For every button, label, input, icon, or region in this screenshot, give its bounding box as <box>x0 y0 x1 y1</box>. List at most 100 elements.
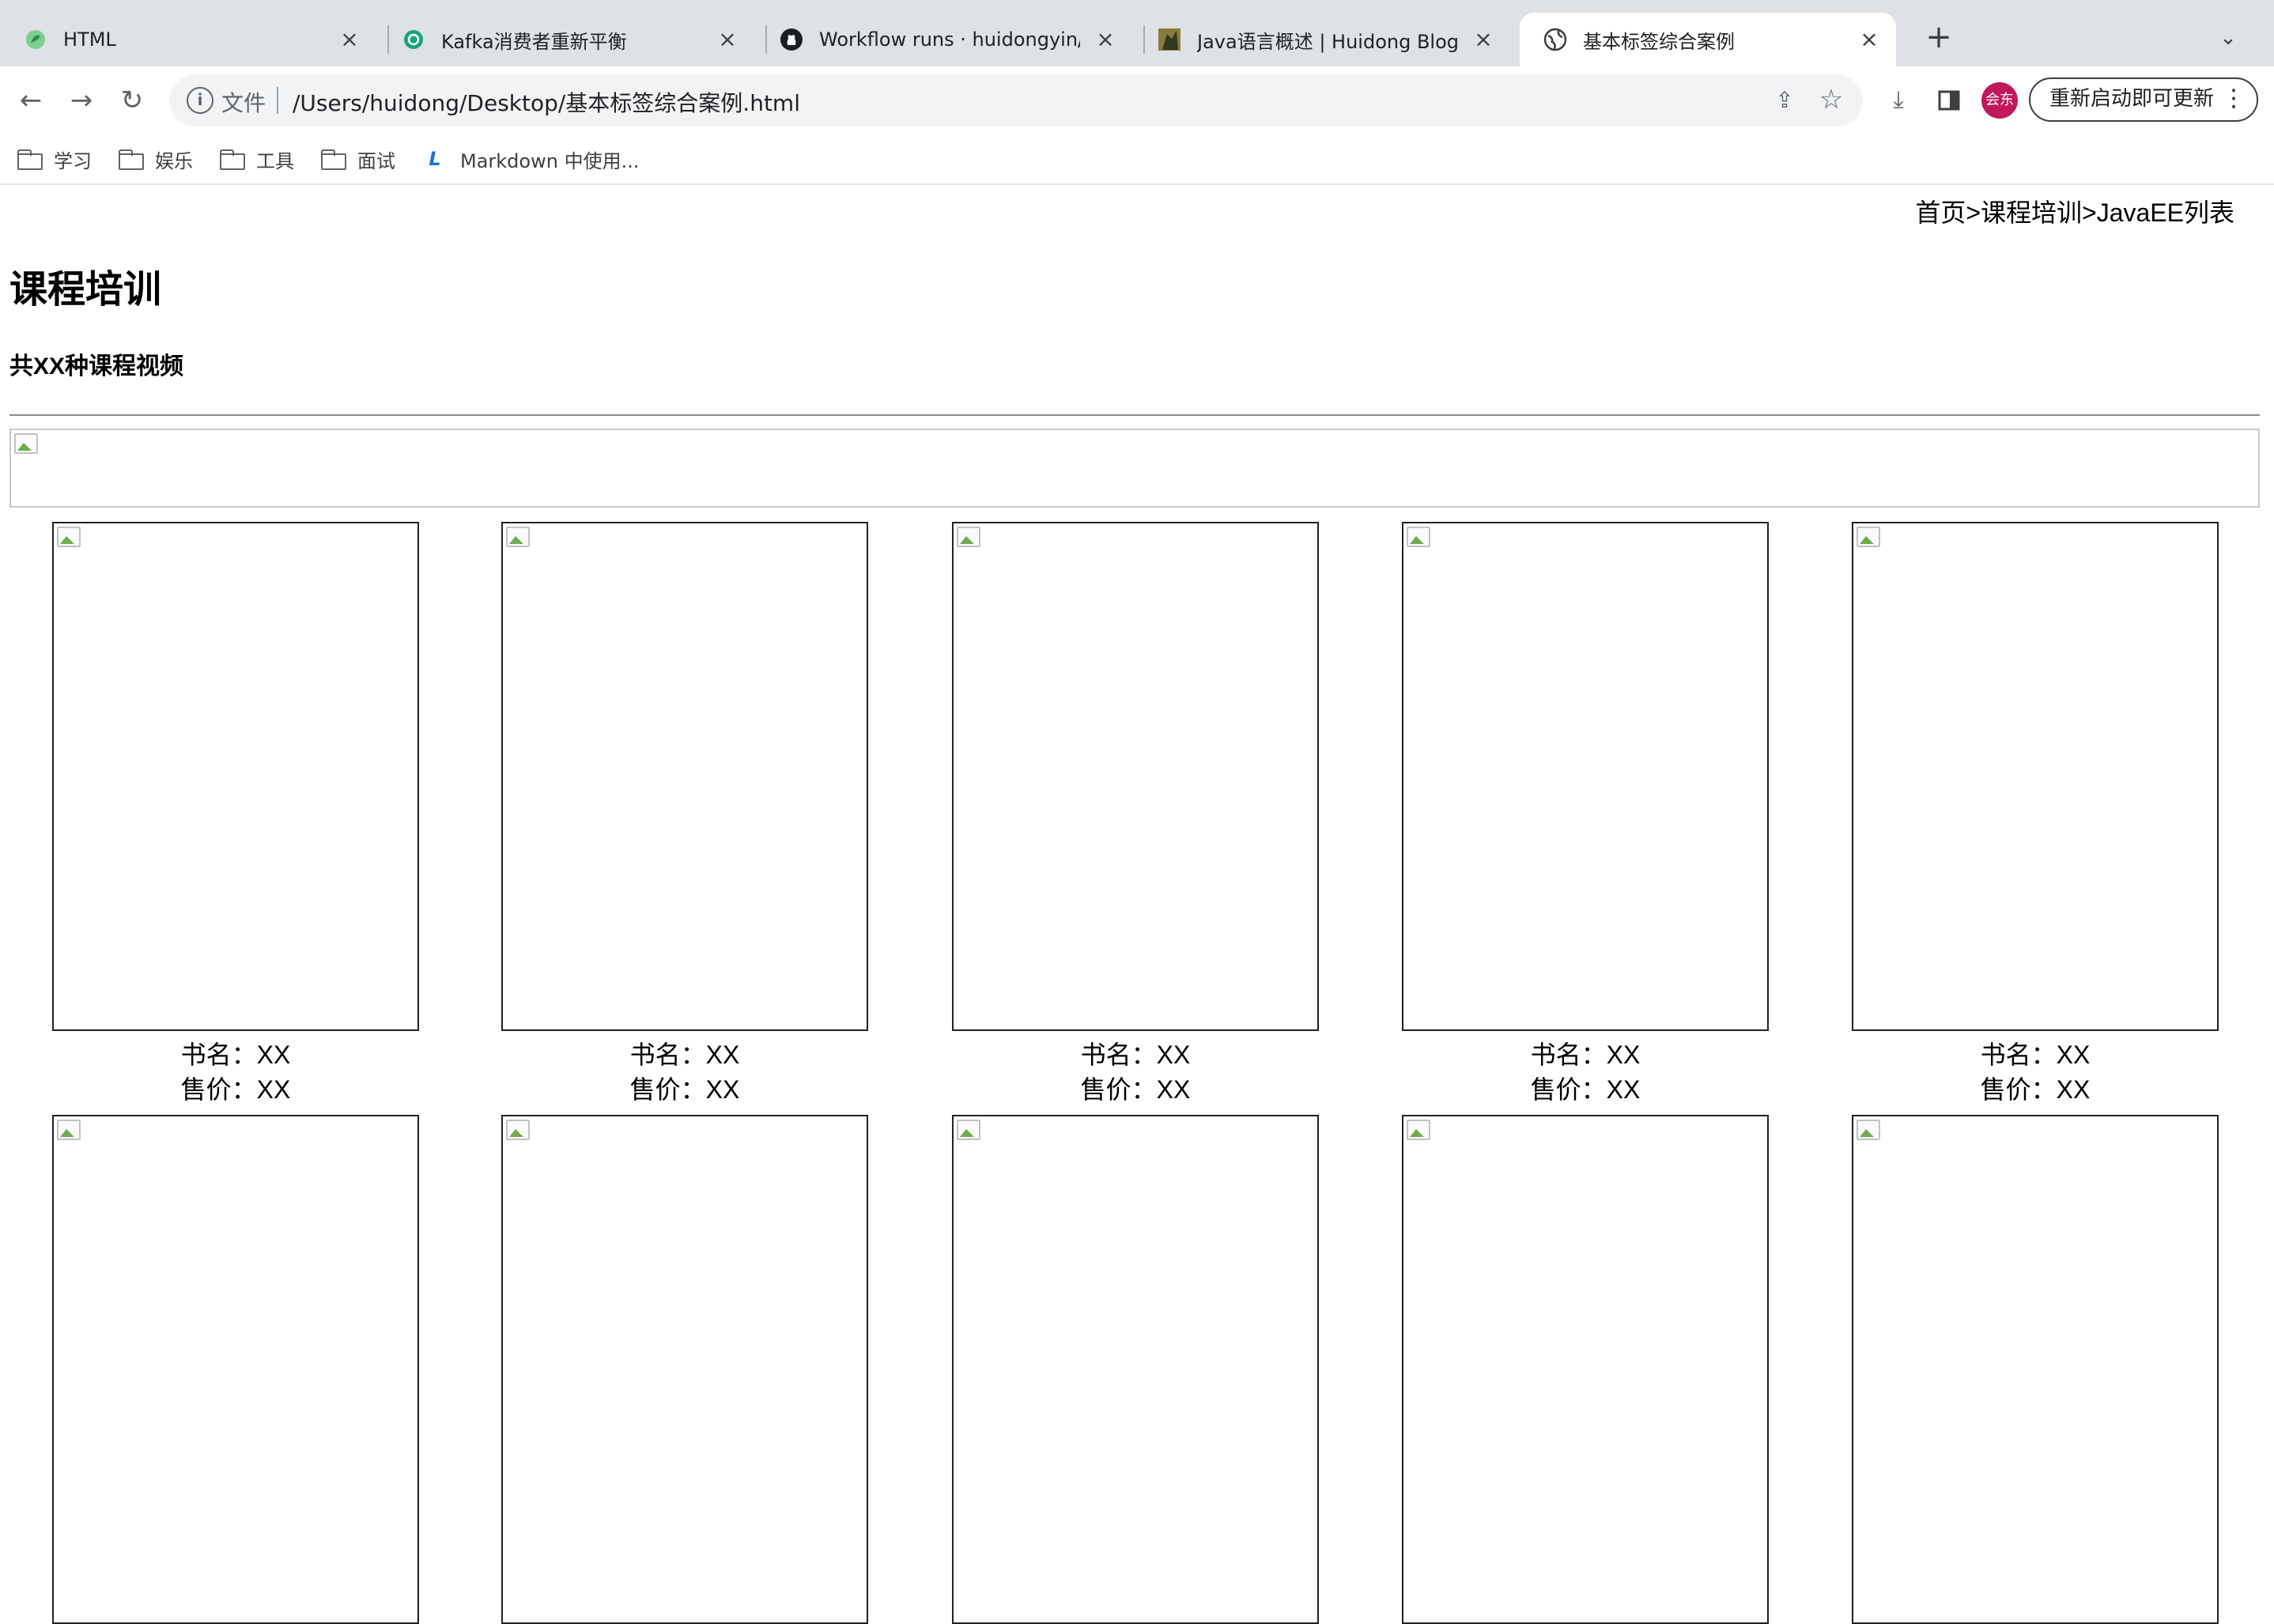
course-price: 售价：XX <box>1080 1075 1191 1104</box>
course-cover-image <box>952 522 1319 1031</box>
bookmark-label: 工具 <box>256 149 294 172</box>
address-url[interactable]: /Users/huidong/Desktop/基本标签综合案例.html <box>293 86 800 118</box>
course-card: 书名：XX 售价：XX <box>501 522 868 1107</box>
course-cover-image <box>501 522 868 1031</box>
breadcrumb: 首页>课程培训>JavaEE列表 <box>1915 198 2234 227</box>
broken-image-icon <box>506 527 530 547</box>
broken-image-icon <box>957 1120 980 1140</box>
tab-title: Kafka消费者重新平衡 <box>441 30 627 53</box>
course-cover-image <box>52 1115 419 1624</box>
close-tab-icon[interactable]: × <box>715 27 740 52</box>
course-name: 书名：XX <box>1080 1040 1191 1069</box>
bookmark-folder-tools[interactable]: 工具 <box>220 144 294 174</box>
course-price: 售价：XX <box>1980 1075 2091 1104</box>
bookmark-label: 学习 <box>54 149 92 172</box>
tab-workflow-runs[interactable]: Workflow runs · huidongyin/hu × <box>756 13 1132 66</box>
course-cover-image <box>952 1115 1319 1624</box>
course-cover-image <box>1852 522 2219 1031</box>
side-panel-icon[interactable] <box>1931 82 1967 119</box>
browser-toolbar: ← → ↻ i 文件 /Users/huidong/Desktop/基本标签综合… <box>0 66 2274 134</box>
broken-image-icon <box>506 1120 530 1140</box>
download-icon[interactable]: ⤓ <box>1880 82 1917 119</box>
blog-favicon-icon <box>1158 28 1181 51</box>
broken-image-icon <box>1407 527 1430 547</box>
tab-title: HTML <box>63 28 116 51</box>
tab-title: 基本标签综合案例 <box>1583 30 1735 53</box>
bookmark-folder-entertainment[interactable]: 娱乐 <box>119 144 193 174</box>
globe-favicon-icon <box>1543 28 1567 51</box>
new-tab-button[interactable]: + <box>1918 17 1959 59</box>
address-bar[interactable]: i 文件 /Users/huidong/Desktop/基本标签综合案例.htm… <box>169 74 1863 127</box>
page-title: 课程培训 <box>9 269 162 311</box>
course-name: 书名：XX <box>1980 1040 2091 1069</box>
more-menu-icon[interactable]: ⋮ <box>2222 79 2246 119</box>
reload-icon[interactable]: ↻ <box>114 82 150 119</box>
horizontal-rule <box>9 414 2260 416</box>
site-info-icon[interactable]: i <box>187 87 213 114</box>
markdown-site-icon: L <box>429 148 441 170</box>
bookmark-star-icon[interactable]: ☆ <box>1815 84 1847 115</box>
profile-avatar[interactable]: 会东 <box>1981 82 2018 119</box>
tab-search-button[interactable]: ⌄ <box>2211 21 2246 55</box>
bookmark-folder-study[interactable]: 学习 <box>17 144 92 174</box>
course-cover-image <box>52 522 419 1031</box>
course-card: 书名：XX 售价：XX <box>52 522 419 1107</box>
close-tab-icon[interactable]: × <box>337 27 362 52</box>
chatgpt-favicon-icon <box>402 28 425 51</box>
course-card <box>1402 1115 1769 1624</box>
forward-arrow-icon[interactable]: → <box>63 82 100 119</box>
folder-icon <box>119 149 144 170</box>
tab-title: Workflow runs · huidongyin/hu <box>819 28 1080 51</box>
course-name: 书名：XX <box>180 1040 291 1069</box>
banner-image <box>9 429 2260 508</box>
bookmarks-bar: 学习 娱乐 工具 面试 L Markdown 中使用... <box>0 134 2274 185</box>
address-divider <box>277 87 278 114</box>
page-subtitle: 共XX种课程视频 <box>9 353 184 380</box>
course-card <box>952 1115 1319 1624</box>
course-card: 书名：XX 售价：XX <box>1852 522 2219 1107</box>
broken-image-icon <box>957 527 980 547</box>
course-name: 书名：XX <box>629 1040 740 1069</box>
broken-image-icon <box>14 433 38 454</box>
html-favicon-icon <box>24 28 47 51</box>
course-price: 售价：XX <box>1530 1075 1641 1104</box>
course-card <box>501 1115 868 1624</box>
page-content: 首页>课程培训>JavaEE列表 课程培训 共XX种课程视频 书名：XX 售价：… <box>0 185 2274 1624</box>
course-cover-image <box>1402 522 1769 1031</box>
bookmark-markdown[interactable]: L Markdown 中使用... <box>424 144 639 174</box>
tab-java-blog[interactable]: Java语言概述 | Huidong Blogs × <box>1134 13 1510 66</box>
course-cover-image <box>1852 1115 2219 1624</box>
tab-strip: HTML × Kafka消费者重新平衡 × Workflow runs · hu… <box>0 0 2274 66</box>
course-price: 售价：XX <box>180 1075 291 1104</box>
broken-image-icon <box>57 527 81 547</box>
folder-icon <box>321 149 346 170</box>
course-price: 售价：XX <box>629 1075 740 1104</box>
broken-image-icon <box>1407 1120 1430 1140</box>
bookmark-label: Markdown 中使用... <box>460 149 640 172</box>
tab-active-page[interactable]: 基本标签综合案例 × <box>1520 13 1896 66</box>
course-name: 书名：XX <box>1530 1040 1641 1069</box>
course-cover-image <box>1402 1115 1769 1624</box>
update-button-label: 重新启动即可更新 <box>2049 87 2215 111</box>
broken-image-icon <box>57 1120 81 1140</box>
tab-html[interactable]: HTML × <box>0 13 376 66</box>
update-button[interactable]: 重新启动即可更新 ⋮ <box>2029 77 2258 122</box>
share-icon[interactable]: ⇪ <box>1770 85 1800 115</box>
bookmark-folder-interview[interactable]: 面试 <box>321 144 395 174</box>
course-card <box>52 1115 419 1624</box>
address-scheme: 文件 <box>221 90 266 116</box>
folder-icon <box>17 149 43 170</box>
course-card: 书名：XX 售价：XX <box>1402 522 1769 1107</box>
tab-title: Java语言概述 | Huidong Blogs <box>1197 30 1458 53</box>
course-card <box>1852 1115 2219 1624</box>
folder-icon <box>220 149 245 170</box>
close-tab-icon[interactable]: × <box>1857 27 1882 52</box>
tab-kafka[interactable]: Kafka消费者重新平衡 × <box>378 13 754 66</box>
course-cover-image <box>501 1115 868 1624</box>
broken-image-icon <box>1857 527 1880 547</box>
close-tab-icon[interactable]: × <box>1093 27 1118 52</box>
bookmark-label: 娱乐 <box>155 149 193 172</box>
back-arrow-icon[interactable]: ← <box>13 82 49 119</box>
course-card: 书名：XX 售价：XX <box>952 522 1319 1107</box>
close-tab-icon[interactable]: × <box>1471 27 1496 52</box>
